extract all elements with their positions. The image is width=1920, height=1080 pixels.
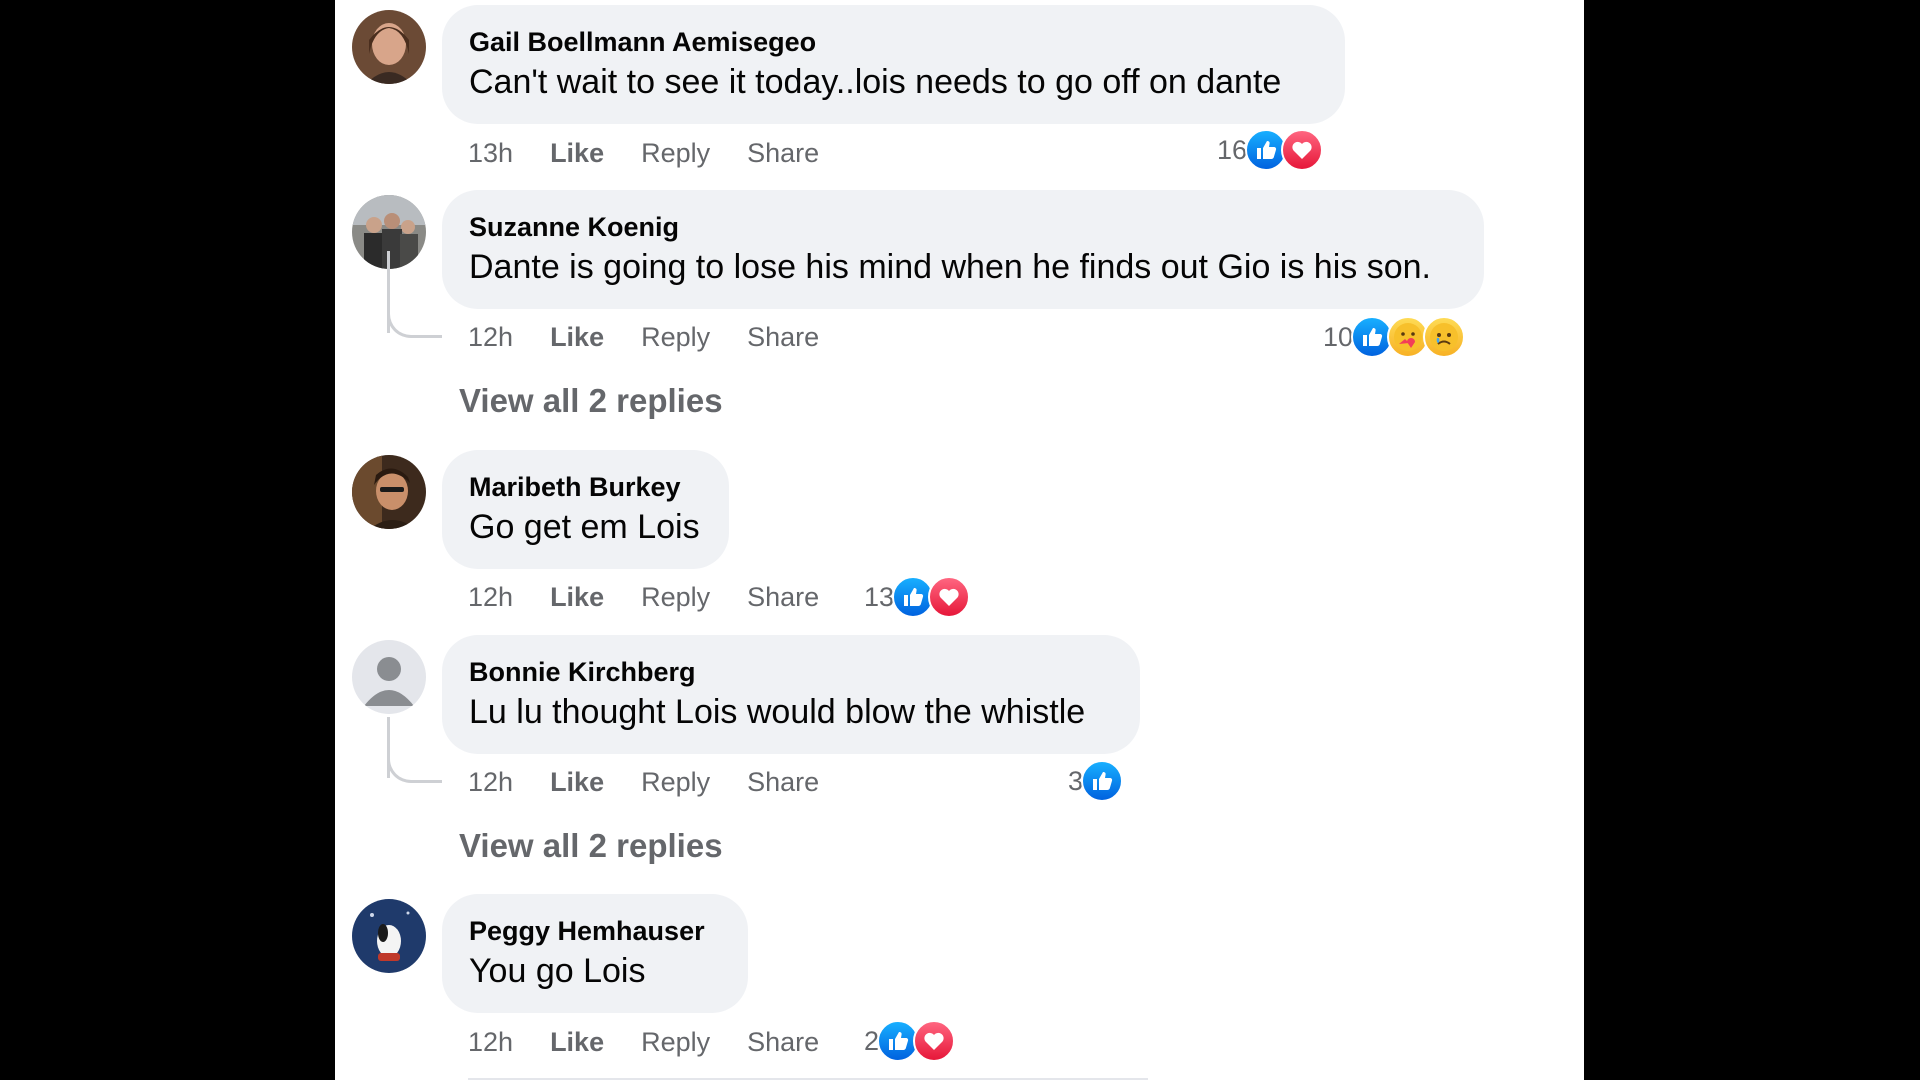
comment-time[interactable]: 12h xyxy=(468,582,513,613)
reaction-summary[interactable]: 10 xyxy=(1323,315,1466,359)
comment-time[interactable]: 13h xyxy=(468,138,513,169)
comment-text: Go get em Lois xyxy=(469,508,700,546)
view-replies-link[interactable]: View all 2 replies xyxy=(459,382,723,420)
man-portrait-avatar[interactable] xyxy=(352,455,426,529)
comment-actions: 12h Like Reply Share xyxy=(468,1022,856,1062)
comment-bubble: Maribeth Burkey Go get em Lois xyxy=(442,450,729,569)
comment-bubble: Bonnie Kirchberg Lu lu thought Lois woul… xyxy=(442,635,1140,754)
like-button[interactable]: Like xyxy=(550,322,604,353)
reaction-count: 10 xyxy=(1323,321,1354,352)
comment-actions: 12h Like Reply Share xyxy=(468,762,856,802)
comment-author[interactable]: Maribeth Burkey xyxy=(469,470,701,504)
reply-button[interactable]: Reply xyxy=(641,1027,710,1058)
comment-author[interactable]: Bonnie Kirchberg xyxy=(469,655,1112,689)
thread-connector xyxy=(387,310,442,338)
love-reaction-icon xyxy=(913,1020,956,1062)
share-button[interactable]: Share xyxy=(747,138,819,169)
thread-connector xyxy=(387,755,442,783)
comment-time[interactable]: 12h xyxy=(468,767,513,798)
comment-bubble: Suzanne Koenig Dante is going to lose hi… xyxy=(442,190,1484,309)
comment-author[interactable]: Peggy Hemhauser xyxy=(469,914,720,948)
comment-text: You go Lois xyxy=(469,952,646,990)
comment-author[interactable]: Suzanne Koenig xyxy=(469,210,1456,244)
love-reaction-icon xyxy=(928,576,971,618)
reaction-summary[interactable]: 16 xyxy=(1217,128,1324,172)
reply-button[interactable]: Reply xyxy=(641,582,710,613)
comment-actions: 12h Like Reply Share xyxy=(468,577,856,617)
like-button[interactable]: Like xyxy=(550,138,604,169)
reaction-summary[interactable]: 3 xyxy=(1068,759,1124,803)
comment-text: Lu lu thought Lois would blow the whistl… xyxy=(469,693,1086,731)
woman-portrait-avatar[interactable] xyxy=(352,10,426,84)
reaction-count: 13 xyxy=(864,581,895,612)
comment-time[interactable]: 12h xyxy=(468,1027,513,1058)
like-button[interactable]: Like xyxy=(550,767,604,798)
comment-author[interactable]: Gail Boellmann Aemisegeo xyxy=(469,25,1317,59)
reaction-count: 16 xyxy=(1217,134,1248,165)
comments-panel: Gail Boellmann Aemisegeo Can't wait to s… xyxy=(335,0,1584,1080)
share-button[interactable]: Share xyxy=(747,767,819,798)
like-button[interactable]: Like xyxy=(550,582,604,613)
reaction-summary[interactable]: 2 xyxy=(864,1019,956,1063)
reply-button[interactable]: Reply xyxy=(641,767,710,798)
love-reaction-icon xyxy=(1281,129,1324,171)
view-replies-link[interactable]: View all 2 replies xyxy=(459,827,723,865)
comment-actions: 12h Like Reply Share xyxy=(468,317,856,357)
comment-text: Can't wait to see it today..lois needs t… xyxy=(469,63,1282,101)
comment-text: Dante is going to lose his mind when he … xyxy=(469,248,1431,286)
share-button[interactable]: Share xyxy=(747,322,819,353)
share-button[interactable]: Share xyxy=(747,1027,819,1058)
comment-bubble: Gail Boellmann Aemisegeo Can't wait to s… xyxy=(442,5,1345,124)
reply-button[interactable]: Reply xyxy=(641,138,710,169)
comment-actions: 13h Like Reply Share xyxy=(468,133,856,173)
default-user-avatar[interactable] xyxy=(352,640,426,714)
like-reaction-icon xyxy=(1081,760,1124,802)
like-button[interactable]: Like xyxy=(550,1027,604,1058)
comment-bubble: Peggy Hemhauser You go Lois xyxy=(442,894,748,1013)
reply-button[interactable]: Reply xyxy=(641,322,710,353)
reaction-summary[interactable]: 13 xyxy=(864,575,971,619)
snoopy-avatar[interactable] xyxy=(352,899,426,973)
share-button[interactable]: Share xyxy=(747,582,819,613)
comment-time[interactable]: 12h xyxy=(468,322,513,353)
sad-reaction-icon xyxy=(1423,316,1466,358)
